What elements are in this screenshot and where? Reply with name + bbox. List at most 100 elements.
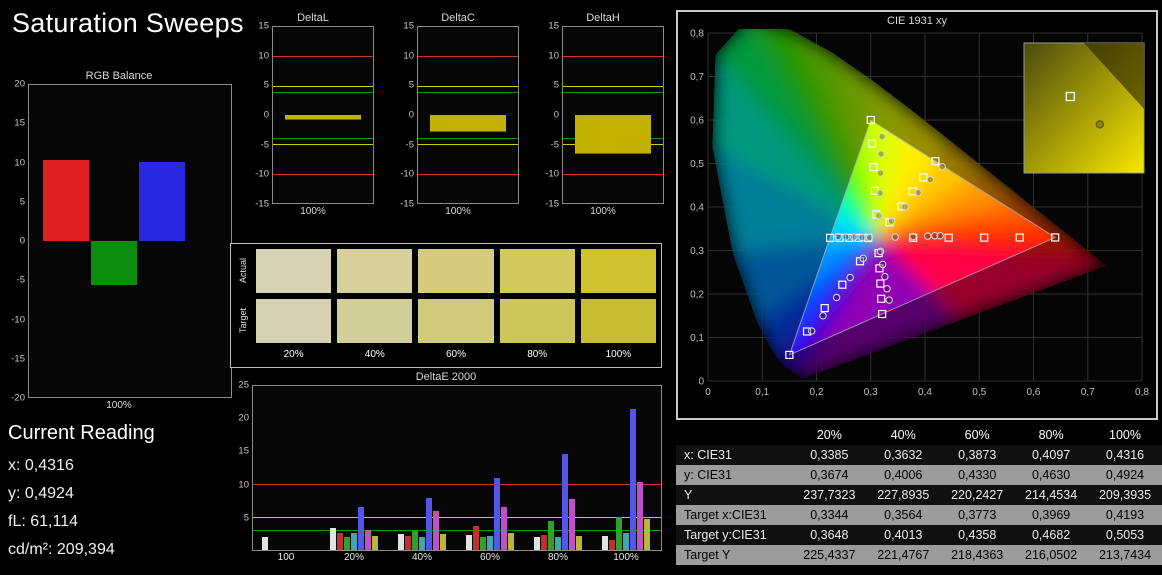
- table-cell: 0,5053: [1105, 528, 1145, 542]
- cie-chart-title: CIE 1931 xy: [887, 15, 947, 27]
- measured-point: [923, 232, 932, 240]
- deltae-bar-yellow: [644, 519, 650, 550]
- delta-h-x-label: 100%: [590, 206, 616, 217]
- measured-point: [926, 175, 935, 184]
- svg-text:0,3: 0,3: [690, 246, 704, 257]
- deltae-2000-chart: DeltaE 2000 25 20 15 10 5 100 20% 40% 60% 80% 100…: [230, 371, 662, 565]
- deltae-bar-red: [405, 535, 411, 550]
- measured-point: [878, 260, 887, 269]
- actual-swatch-40%: [337, 249, 413, 293]
- table-header-row: 20% 40% 60% 80% 100%: [676, 425, 1162, 445]
- measured-point: [909, 232, 917, 241]
- cie-plot: 0 0,1 0,2 0,3 0,4 0,5 0,6 0,7 0,8 0 0,1 0,2 0,3 0,4 0,…: [678, 18, 1156, 415]
- current-reading: Current Reading x: 0,4316 y: 0,4924 fL: …: [8, 422, 155, 569]
- table-cell: 0,3873: [958, 448, 997, 462]
- svg-text:0,7: 0,7: [1081, 387, 1095, 398]
- measured-point: [850, 233, 858, 241]
- table-row-label: Target Y: [684, 548, 731, 562]
- table-row: y: CIE31 0,3674 0,4006 0,4330 0,4630 0,4924: [676, 465, 1162, 485]
- cie-1931-svg: 0 0,1 0,2 0,3 0,4 0,5 0,6 0,7 0,8 0 0,1 0,2 0,3 0,4 0,…: [690, 18, 1149, 398]
- y-tick-label: -10: [11, 314, 25, 325]
- table-row-label: Y: [684, 488, 693, 502]
- measured-point: [877, 150, 885, 158]
- deltae-bar-white: [602, 535, 608, 550]
- reference-line: [563, 91, 663, 93]
- measurement-table-panel: 20% 40% 60% 80% 100% x: CIE31 0,3385 0,3632 0,38…: [676, 425, 1162, 565]
- cie-inset: [1023, 42, 1145, 174]
- table-cell: 218,4363: [951, 548, 1004, 562]
- measured-point: [832, 293, 841, 302]
- table-col-header: 20%: [792, 425, 867, 445]
- svg-text:0,2: 0,2: [810, 387, 824, 398]
- target-swatch-20%: [256, 299, 332, 343]
- reference-line: [273, 138, 373, 140]
- y-tick-label: -5: [260, 139, 269, 151]
- measured-point: [859, 254, 867, 263]
- reference-line: [563, 85, 663, 87]
- table-cell: 216,0502: [1025, 548, 1078, 562]
- table-col-header: 60%: [940, 425, 1015, 445]
- measured-point: [914, 188, 922, 197]
- y-tick-label: 10: [238, 479, 249, 491]
- y-tick-label: 15: [403, 20, 414, 32]
- deltae-bar-magenta: [569, 498, 575, 550]
- reference-line: [418, 56, 518, 58]
- deltae-group-label: 40%: [411, 552, 432, 563]
- svg-text:0,8: 0,8: [1135, 387, 1149, 398]
- swatch-col-label: 100%: [605, 349, 632, 360]
- y-tick-label: 0: [553, 109, 559, 121]
- y-tick-label: 0: [408, 109, 414, 121]
- table-cell: 0,4630: [1031, 468, 1071, 482]
- deltae-bar-green: [616, 517, 622, 550]
- table-row-label: y: CIE31: [684, 468, 732, 482]
- deltae-bar-white: [466, 534, 472, 550]
- measured-point: [865, 233, 874, 242]
- reference-line: [418, 144, 518, 146]
- delta-c-chart: DeltaC 15 10 5 0 -5 -10 -15 100%: [397, 12, 519, 217]
- inset-measured-point: [1095, 120, 1105, 129]
- svg-text:0,6: 0,6: [690, 116, 704, 127]
- svg-text:0,5: 0,5: [972, 387, 986, 398]
- table-cell: 227,8935: [877, 488, 930, 502]
- table-cell: 225,4337: [803, 548, 856, 562]
- delta-h-title: DeltaH: [586, 12, 620, 24]
- measured-point: [807, 327, 816, 335]
- deltae-bar-white: [330, 527, 336, 550]
- reference-line: [273, 85, 373, 87]
- delta-h-plot: [562, 26, 664, 204]
- svg-text:0,7: 0,7: [690, 72, 704, 83]
- table-cell: 237,7323: [803, 488, 856, 502]
- actual-swatch-20%: [256, 249, 332, 293]
- y-tick-label: 5: [553, 79, 559, 91]
- delta-bar: [430, 115, 506, 132]
- measured-point: [883, 285, 891, 293]
- table-cell: 0,3969: [1031, 508, 1071, 522]
- table-cell: 0,4013: [884, 528, 923, 542]
- measured-point: [887, 217, 896, 225]
- table-body: x: CIE31 0,3385 0,3632 0,3873 0,4097 0,4316 y:…: [676, 445, 1162, 565]
- deltae-x-axis: 100 20% 40% 60% 80% 100%: [252, 551, 662, 565]
- deltae-plot: [252, 385, 662, 551]
- y-tick-label: -15: [11, 353, 25, 365]
- table-cell: 0,4097: [1031, 448, 1071, 462]
- deltae-bar-cyan: [419, 536, 425, 550]
- measured-point: [936, 231, 944, 240]
- deltae-bar-magenta: [501, 506, 507, 550]
- swatch-grid: Actual Target 20% 40% 60% 80% 100%: [231, 244, 661, 367]
- table-cell: 221,4767: [877, 548, 930, 562]
- y-tick-label: 0: [19, 235, 25, 247]
- table-col-header: [676, 425, 793, 445]
- target-swatch-40%: [337, 299, 413, 343]
- y-tick-label: -5: [550, 139, 559, 151]
- deltae-bar-cyan: [487, 535, 493, 550]
- y-tick-label: -10: [255, 168, 269, 180]
- y-tick-label: 10: [403, 50, 414, 62]
- y-tick-label: 20: [238, 412, 249, 424]
- table-col-header: 100%: [1088, 425, 1162, 445]
- y-tick-label: -10: [545, 168, 559, 180]
- measured-point: [846, 273, 854, 282]
- swatch-col-label: 20%: [283, 349, 304, 360]
- delta-c-plot: [417, 26, 519, 204]
- actual-swatch-100%: [580, 249, 656, 293]
- measured-point: [876, 169, 885, 177]
